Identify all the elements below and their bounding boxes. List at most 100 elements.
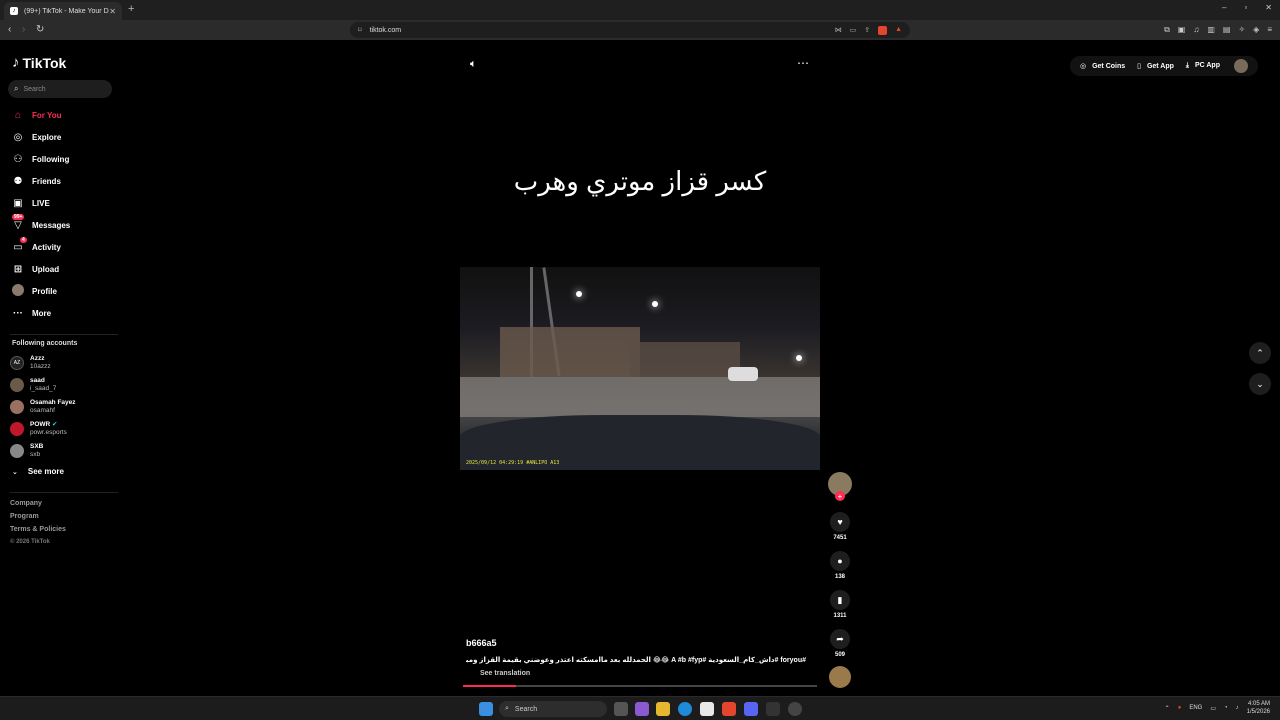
heart-icon[interactable]: ♥ bbox=[830, 512, 850, 532]
footer-link-terms[interactable]: Terms & Policies bbox=[10, 526, 66, 539]
video-actions: + ♥ 7451 ● 138 ▮ 1311 ➦ 509 bbox=[826, 472, 854, 688]
follow-plus-icon[interactable]: + bbox=[835, 491, 845, 501]
see-more-button[interactable]: ⌄ See more bbox=[12, 467, 64, 476]
discord-icon[interactable] bbox=[744, 702, 758, 716]
account-item[interactable]: saad i_saad_7 bbox=[10, 374, 76, 396]
creator-avatar[interactable]: + bbox=[828, 472, 852, 501]
account-item[interactable]: POWR ✔ powr.esports bbox=[10, 418, 76, 440]
user-avatar[interactable] bbox=[1234, 59, 1248, 73]
home-icon: ⌂ bbox=[14, 109, 22, 121]
extension-icon[interactable]: ⧉ bbox=[1164, 25, 1170, 35]
media-icon[interactable]: ⋈ bbox=[835, 26, 842, 35]
pc-app-button[interactable]: ⤓ PC App bbox=[1186, 62, 1224, 70]
sidebar-icon[interactable]: ▥ bbox=[1207, 25, 1215, 35]
edge-icon[interactable] bbox=[678, 702, 692, 716]
url-field[interactable]: ⌑ tiktok.com ⋈ ▭ ⇪ ▲ bbox=[350, 22, 910, 38]
sidebar-item-label: Following bbox=[32, 154, 70, 164]
vpn-icon[interactable]: ◈ bbox=[1253, 25, 1259, 35]
browser-tab[interactable]: ♪ (99+) TikTok - Make Your Day ✕ bbox=[4, 2, 122, 20]
comment-action[interactable]: ● 138 bbox=[826, 551, 854, 580]
xbox-icon[interactable] bbox=[766, 702, 780, 716]
task-view-icon[interactable] bbox=[614, 702, 628, 716]
video-frame[interactable]: 2025/09/12 04:29:19 #ANLIPO A13 bbox=[460, 267, 820, 470]
save-action[interactable]: ▮ 1311 bbox=[826, 590, 854, 619]
sound-avatar[interactable] bbox=[829, 666, 851, 688]
maximize-button[interactable]: ▫ bbox=[1244, 3, 1247, 12]
sidebar-item-for-you[interactable]: ⌂ For You bbox=[12, 104, 122, 126]
sidebar-item-more[interactable]: ··· More bbox=[12, 302, 122, 324]
account-item[interactable]: SXB sxb bbox=[10, 440, 76, 462]
brave-browser-icon[interactable] bbox=[722, 702, 736, 716]
search-placeholder: Search bbox=[23, 85, 46, 93]
cast-icon[interactable]: ▭ bbox=[850, 26, 857, 35]
leo-icon[interactable]: ✧ bbox=[1238, 25, 1245, 35]
previous-video-button[interactable]: ⌃ bbox=[1249, 342, 1271, 364]
bookmark-icon[interactable]: ▮ bbox=[830, 590, 850, 610]
close-tab-icon[interactable]: ✕ bbox=[109, 7, 116, 16]
display-icon[interactable]: ▭ bbox=[1210, 705, 1216, 712]
avatar bbox=[10, 378, 24, 392]
store-icon[interactable] bbox=[700, 702, 714, 716]
more-options-icon[interactable]: ⋯ bbox=[797, 56, 809, 70]
sidebar-item-profile[interactable]: Profile bbox=[12, 280, 122, 302]
wallet-icon[interactable]: ▤ bbox=[1223, 25, 1231, 35]
share-arrow-icon[interactable]: ➦ bbox=[830, 629, 850, 649]
video-author[interactable]: b666a5 bbox=[466, 638, 497, 648]
clock-date: 1/5/2026 bbox=[1246, 709, 1270, 715]
share-icon[interactable]: ⇪ bbox=[864, 26, 870, 35]
settings-icon[interactable] bbox=[788, 702, 802, 716]
account-handle: sxb bbox=[30, 451, 41, 458]
screenshot-icon[interactable]: ▣ bbox=[1178, 25, 1186, 35]
file-explorer-icon[interactable] bbox=[656, 702, 670, 716]
windows-start-icon[interactable] bbox=[479, 702, 493, 716]
sidebar-item-following[interactable]: ⚇ Following bbox=[12, 148, 122, 170]
wifi-icon[interactable]: ◔ bbox=[1224, 705, 1228, 711]
bookmark-icon[interactable]: ⌑ bbox=[358, 26, 362, 34]
share-action[interactable]: ➦ 509 bbox=[826, 629, 854, 658]
menu-icon[interactable]: ≡ bbox=[1267, 25, 1272, 35]
copilot-icon[interactable] bbox=[635, 702, 649, 716]
search-icon: ⌕ bbox=[14, 84, 19, 93]
music-icon[interactable]: ♫ bbox=[1193, 25, 1199, 35]
microphone-icon[interactable]: ● bbox=[1178, 705, 1182, 711]
minimize-button[interactable]: – bbox=[1222, 3, 1226, 12]
close-window-button[interactable]: ✕ bbox=[1265, 3, 1272, 12]
taskbar-search[interactable]: ⌕ Search bbox=[499, 701, 607, 717]
street-light bbox=[796, 355, 802, 361]
like-action[interactable]: ♥ 7451 bbox=[826, 512, 854, 541]
tiktok-logo[interactable]: ♪ TikTok bbox=[12, 54, 66, 71]
sidebar-item-upload[interactable]: ⊞ Upload bbox=[12, 258, 122, 280]
sidebar-item-friends[interactable]: ⚉ Friends bbox=[12, 170, 122, 192]
language-indicator[interactable]: ENG bbox=[1189, 705, 1202, 711]
search-input[interactable]: ⌕ Search bbox=[8, 80, 112, 98]
reload-icon[interactable]: ↻ bbox=[36, 24, 44, 35]
windows-taskbar: ⌕ Search ⌃ ● ENG ▭ ◔ ♪ 4:05 AM 1/5/2026 bbox=[0, 696, 1280, 720]
next-video-button[interactable]: ⌄ bbox=[1249, 373, 1271, 395]
sidebar-item-activity[interactable]: ▭ 4 Activity bbox=[12, 236, 122, 258]
volume-icon[interactable]: ♪ bbox=[1236, 705, 1239, 711]
brave-shield-icon[interactable] bbox=[878, 25, 888, 35]
rewards-icon[interactable]: ▲ bbox=[895, 26, 902, 35]
new-tab-button[interactable]: + bbox=[128, 3, 134, 15]
see-translation-link[interactable]: See translation bbox=[480, 670, 530, 677]
sidebar-item-explore[interactable]: ◎ Explore bbox=[12, 126, 122, 148]
sidebar-item-live[interactable]: ▣ LIVE bbox=[12, 192, 122, 214]
sidebar-item-label: LIVE bbox=[32, 198, 50, 208]
sidebar-item-label: Upload bbox=[32, 264, 60, 274]
footer-link-program[interactable]: Program bbox=[10, 513, 66, 526]
get-app-button[interactable]: ▯ Get App bbox=[1137, 62, 1178, 70]
account-item[interactable]: Osamah Fayez osamahf bbox=[10, 396, 76, 418]
chevron-up-icon[interactable]: ⌃ bbox=[1165, 705, 1170, 712]
activity-icon: ▭ bbox=[13, 241, 23, 253]
video-progress-bar[interactable] bbox=[463, 685, 817, 687]
comment-icon[interactable]: ● bbox=[830, 551, 850, 571]
footer-link-company[interactable]: Company bbox=[10, 500, 66, 513]
clock[interactable]: 4:05 AM 1/5/2026 bbox=[1247, 700, 1270, 716]
account-item[interactable]: AZ Azzz 10azzz bbox=[10, 352, 76, 374]
back-icon[interactable]: ‹ bbox=[8, 24, 11, 35]
street-light bbox=[652, 301, 658, 307]
volume-icon[interactable]: 🔈︎ bbox=[470, 58, 477, 71]
sidebar-item-messages[interactable]: ▽ 99+ Messages bbox=[12, 214, 122, 236]
get-coins-button[interactable]: ◎ Get Coins bbox=[1080, 62, 1129, 70]
forward-icon[interactable]: › bbox=[22, 24, 25, 35]
